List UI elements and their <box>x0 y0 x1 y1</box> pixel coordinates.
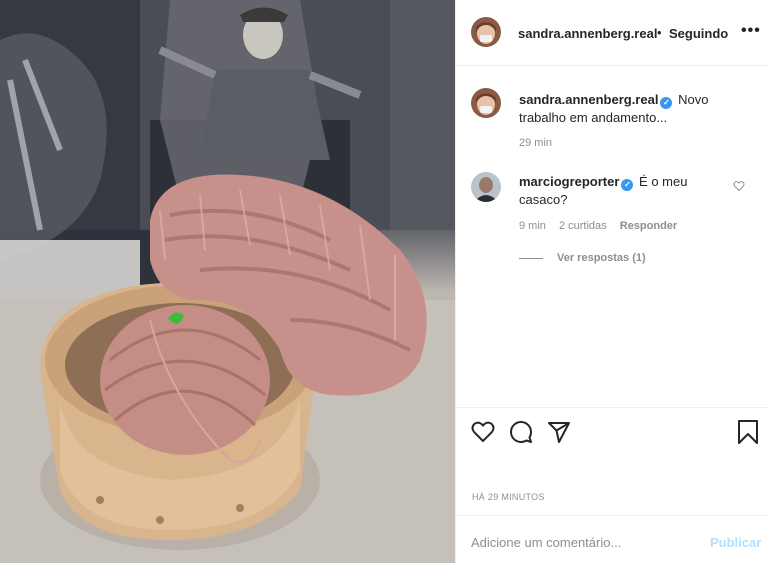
comment: marciogreporter ✓ É o meu casaco? <box>519 173 729 209</box>
action-bar <box>456 407 768 455</box>
verified-badge-icon: ✓ <box>660 97 673 109</box>
caption-username[interactable]: sandra.annenberg.real <box>519 92 658 107</box>
commenter-username[interactable]: marciogreporter <box>519 174 619 189</box>
view-replies-label: Ver respostas (1) <box>557 252 646 264</box>
comment-input[interactable]: Adicione um comentário... <box>471 535 621 550</box>
heart-icon[interactable] <box>471 420 495 444</box>
knitting-photo-illustration <box>0 0 455 563</box>
caption-avatar[interactable] <box>471 88 501 118</box>
add-comment-bar: Adicione um comentário... Publicar <box>456 515 768 563</box>
comment-meta: 9 min 2 curtidas Responder <box>519 220 687 232</box>
author-username[interactable]: sandra.annenberg.real <box>518 26 657 41</box>
caption-timestamp[interactable]: 29 min <box>519 137 552 149</box>
author-avatar[interactable] <box>471 17 501 47</box>
caption: sandra.annenberg.real ✓ Novo trabalho em … <box>519 91 751 127</box>
commenter-avatar[interactable] <box>471 172 501 202</box>
bookmark-icon[interactable] <box>737 420 759 444</box>
comment-like-heart-icon[interactable] <box>733 180 745 192</box>
view-replies-button[interactable]: Ver respostas (1) <box>519 252 646 264</box>
separator-dot: • <box>657 25 662 40</box>
comment-likes[interactable]: 2 curtidas <box>559 220 607 232</box>
post-header: sandra.annenberg.real • Seguindo ••• <box>456 0 768 66</box>
verified-badge-icon: ✓ <box>621 179 634 191</box>
comment-timestamp[interactable]: 9 min <box>519 220 546 232</box>
share-icon[interactable] <box>547 420 571 444</box>
replies-divider-line <box>519 257 543 259</box>
reply-button[interactable]: Responder <box>620 220 677 232</box>
following-button[interactable]: Seguindo <box>669 26 728 41</box>
post-timestamp[interactable]: HÁ 29 MINUTOS <box>472 492 545 502</box>
comment-icon[interactable] <box>509 420 533 444</box>
post-photo <box>0 0 455 563</box>
publish-button[interactable]: Publicar <box>710 535 761 550</box>
post-details-panel: sandra.annenberg.real • Seguindo ••• san… <box>455 0 768 563</box>
more-options-icon[interactable]: ••• <box>741 22 761 40</box>
